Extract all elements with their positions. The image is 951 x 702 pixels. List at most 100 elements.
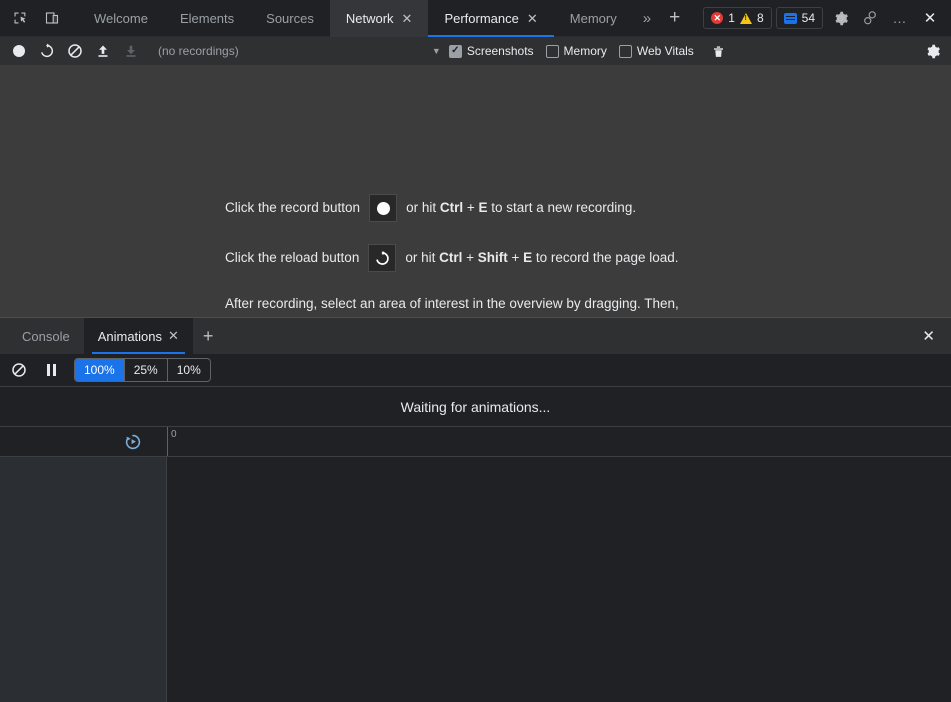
web-vitals-checkbox[interactable]: Web Vitals [618, 44, 694, 58]
error-count: 1 [728, 11, 735, 25]
drawer-add-tab-icon[interactable]: + [193, 318, 224, 354]
reload-icon [376, 250, 389, 265]
tab-list: Welcome Elements Sources Network ✕ Perfo… [78, 0, 688, 37]
text-start-recording: to start a new recording. [487, 200, 637, 216]
more-tabs-icon[interactable]: » [633, 0, 661, 36]
key-ctrl: Ctrl [439, 200, 464, 216]
tab-elements[interactable]: Elements [164, 0, 250, 37]
key-plus: + [463, 200, 479, 216]
close-devtools-icon[interactable]: ✕ [917, 5, 943, 31]
tab-welcome[interactable]: Welcome [78, 0, 164, 37]
checkbox-label: Screenshots [466, 44, 534, 58]
chevron-down-icon[interactable]: ▼ [426, 46, 447, 56]
tab-label: Network [345, 11, 394, 26]
key-e: E [478, 200, 488, 216]
inspect-controls [0, 0, 66, 36]
checkbox-box [545, 44, 559, 58]
clear-animations-button[interactable] [6, 358, 32, 382]
warning-icon [739, 12, 752, 24]
clear-button[interactable] [62, 39, 88, 63]
animations-toolbar: 100% 25% 10% [0, 354, 951, 387]
landing-instructions: Click the record button or hit Ctrl + E … [225, 194, 745, 317]
record-dot-icon [376, 201, 390, 215]
save-profile-button[interactable] [118, 39, 144, 63]
performance-landing-panel: Click the record button or hit Ctrl + E … [0, 66, 951, 317]
drawer-tab-bar: Console Animations ✕ + ✕ [0, 318, 951, 354]
add-tab-icon[interactable]: + [661, 0, 688, 36]
record-instruction-suffix: or hit Ctrl + E to start a new recording… [406, 198, 636, 218]
drawer-tab-label: Console [22, 328, 70, 344]
checkbox-label: Memory [563, 44, 607, 58]
capture-settings-icon[interactable] [919, 39, 945, 63]
inline-reload-button[interactable] [368, 244, 397, 272]
message-counter[interactable]: 54 [775, 7, 823, 29]
tab-performance[interactable]: Performance ✕ [428, 0, 555, 37]
more-options-icon[interactable]: … [887, 5, 913, 31]
record-instruction-prefix: Click the record button [225, 200, 361, 216]
tab-label: Sources [266, 11, 314, 26]
inspect-element-icon[interactable] [6, 4, 34, 32]
key-plus: + [507, 250, 524, 266]
main-tab-bar: Welcome Elements Sources Network ✕ Perfo… [0, 0, 951, 37]
record-instruction-row: Click the record button or hit Ctrl + E … [225, 194, 745, 222]
speed-100[interactable]: 100% [75, 359, 125, 381]
pause-icon [46, 364, 56, 376]
load-profile-button[interactable] [90, 39, 116, 63]
tab-label: Welcome [94, 11, 148, 26]
error-icon: ✕ [711, 12, 724, 24]
record-button[interactable] [6, 39, 32, 63]
tab-label: Memory [569, 11, 617, 26]
animation-name-column [0, 457, 167, 702]
tab-close-icon[interactable]: ✕ [527, 12, 538, 25]
tab-label: Elements [179, 11, 235, 26]
checkbox-label: Web Vitals [636, 44, 694, 58]
tab-network[interactable]: Network ✕ [329, 0, 429, 37]
screenshots-checkbox[interactable]: Screenshots [448, 44, 534, 58]
timeline-tick-label: 0 [171, 429, 177, 440]
speed-25[interactable]: 25% [125, 359, 168, 381]
collect-garbage-button[interactable] [706, 39, 732, 63]
animations-timeline-header: 0 [0, 427, 951, 457]
device-toolbar-icon[interactable] [38, 4, 66, 32]
hint-text-a: After recording, select an area of inter… [225, 296, 679, 317]
speed-10[interactable]: 10% [168, 359, 210, 381]
animations-status-text: Waiting for animations... [0, 387, 951, 427]
record-dot-icon [13, 45, 25, 57]
reload-and-record-button[interactable] [34, 39, 60, 63]
animations-timeline-body [0, 457, 951, 702]
pause-animations-button[interactable] [38, 358, 64, 382]
recordings-status: (no recordings) [158, 44, 239, 58]
tab-label: Performance [444, 11, 519, 26]
replay-icon[interactable] [121, 430, 145, 454]
overview-hint-paragraph: After recording, select an area of inter… [225, 294, 715, 317]
tab-close-icon[interactable]: ✕ [402, 12, 413, 25]
timeline-ruler[interactable]: 0 [167, 427, 951, 456]
reload-instruction-row: Click the reload button or hit Ctrl + Sh… [225, 244, 745, 272]
key-e: E [523, 250, 533, 266]
issue-counters[interactable]: ✕ 1 8 [703, 7, 772, 29]
message-icon [783, 12, 797, 24]
timeline-controls [0, 427, 167, 456]
checkbox-box [448, 44, 462, 58]
gear-icon[interactable] [827, 5, 853, 31]
drawer-tab-close-icon[interactable]: ✕ [168, 328, 179, 344]
tab-memory[interactable]: Memory [554, 0, 633, 37]
memory-checkbox[interactable]: Memory [545, 44, 607, 58]
key-ctrl: Ctrl [439, 250, 463, 266]
topbar-actions: ✕ 1 8 54 … ✕ [703, 0, 951, 36]
warning-count: 8 [756, 11, 764, 25]
key-shift: Shift [477, 250, 508, 266]
inline-record-button[interactable] [369, 194, 398, 222]
animation-track-area[interactable] [167, 457, 951, 702]
devtools-window: Welcome Elements Sources Network ✕ Perfo… [0, 0, 951, 702]
text-or-hit: or hit [406, 200, 440, 216]
playback-speed-group: 100% 25% 10% [74, 358, 211, 382]
drawer-tab-console[interactable]: Console [8, 318, 84, 354]
reload-instruction-prefix: Click the reload button [225, 250, 360, 266]
customize-icon[interactable] [857, 5, 883, 31]
drawer-tab-animations[interactable]: Animations ✕ [83, 318, 193, 354]
text-or-hit: or hit [405, 250, 440, 266]
tab-sources[interactable]: Sources [250, 0, 330, 37]
drawer-close-icon[interactable]: ✕ [906, 318, 951, 354]
performance-toolbar: (no recordings) ▼ Screenshots Memory Web… [0, 37, 951, 66]
